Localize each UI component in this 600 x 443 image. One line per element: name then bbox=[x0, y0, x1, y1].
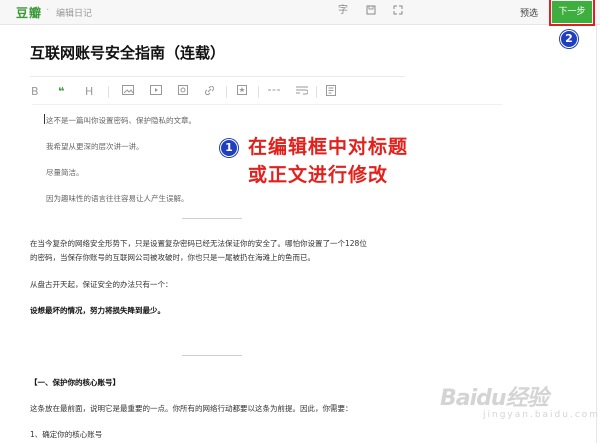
baidu-watermark: Baidu经验 bbox=[440, 386, 549, 411]
section-heading[interactable]: 【一、保护你的核心账号】 bbox=[30, 377, 120, 388]
video-icon[interactable] bbox=[150, 85, 162, 98]
toolbar-divider bbox=[316, 86, 317, 98]
annotation-line-2: 或正文进行修改 bbox=[248, 164, 389, 186]
baidu-watermark-url: jingyan.baidu.com bbox=[483, 410, 600, 420]
body-paragraph[interactable]: 从盘古开天起，保证安全的办法只有一个： bbox=[30, 279, 173, 290]
top-bar: 豆瓣 · 编辑日记 字 预选 bbox=[0, 0, 600, 25]
scrollbar-track[interactable] bbox=[596, 24, 597, 443]
image-icon[interactable] bbox=[122, 85, 134, 98]
toolbar-divider bbox=[226, 86, 227, 98]
toolbar-divider bbox=[108, 86, 109, 98]
document-title[interactable]: 互联网账号安全指南（连载） bbox=[30, 42, 225, 63]
breadcrumb-separator: · bbox=[46, 5, 50, 16]
next-step-button[interactable]: 下一步 bbox=[549, 0, 595, 26]
quote-line[interactable]: 尽量简洁。 bbox=[46, 167, 84, 178]
heading-icon[interactable]: H bbox=[85, 85, 93, 98]
save-icon[interactable] bbox=[366, 5, 376, 19]
note-icon[interactable] bbox=[326, 85, 336, 99]
body-paragraph-bold[interactable]: 设想最坏的情况，努力将损失降到最少。 bbox=[30, 305, 165, 316]
quote-line[interactable]: 我希望从更深的层次讲一讲。 bbox=[46, 141, 144, 152]
step-badge-1: 1 bbox=[220, 139, 238, 157]
toolbar-underline bbox=[32, 104, 502, 105]
body-paragraph[interactable]: 1、确定你的核心账号 bbox=[30, 429, 102, 440]
breadcrumb: 编辑日记 bbox=[56, 9, 93, 19]
toolbar-divider bbox=[258, 86, 259, 98]
font-size-icon[interactable]: 字 bbox=[338, 5, 348, 17]
star-icon[interactable] bbox=[237, 85, 247, 98]
quote-line[interactable]: 因为趣味性的语言往往容易让人产生误解。 bbox=[46, 193, 189, 204]
douban-logo[interactable]: 豆瓣 bbox=[16, 4, 42, 21]
body-paragraph[interactable]: 这条放在最前面，说明它是最重要的一点。你所有的网络行动都要以这条为前提。因此，你… bbox=[30, 403, 353, 414]
fullscreen-icon[interactable] bbox=[393, 5, 403, 19]
link-icon[interactable] bbox=[204, 85, 215, 99]
wrap-icon[interactable] bbox=[296, 85, 309, 98]
body-paragraph[interactable]: 的密码，当保存你账号的互联网公司被攻破时，你也只是一尾被扔在海滩上的鱼而已。 bbox=[30, 252, 315, 263]
step-badge-2: 2 bbox=[560, 30, 578, 48]
preview-button[interactable]: 预选 bbox=[520, 6, 538, 19]
quote-line[interactable]: 这不是一篇叫你设置密码、保护隐私的文章。 bbox=[46, 115, 196, 126]
section-divider bbox=[182, 355, 242, 356]
bold-icon[interactable]: B bbox=[31, 85, 39, 98]
embed-icon[interactable] bbox=[178, 85, 188, 98]
text-cursor bbox=[44, 114, 45, 124]
title-underline bbox=[30, 76, 405, 77]
divider-icon[interactable] bbox=[268, 85, 280, 98]
quote-icon[interactable]: ❝ bbox=[58, 85, 64, 98]
section-divider bbox=[182, 218, 242, 219]
body-paragraph[interactable]: 在当今复杂的网络安全形势下，只是设置复杂密码已经无法保证你的安全了。哪怕你设置了… bbox=[30, 238, 367, 249]
annotation-line-1: 在编辑框中对标题 bbox=[248, 136, 409, 158]
